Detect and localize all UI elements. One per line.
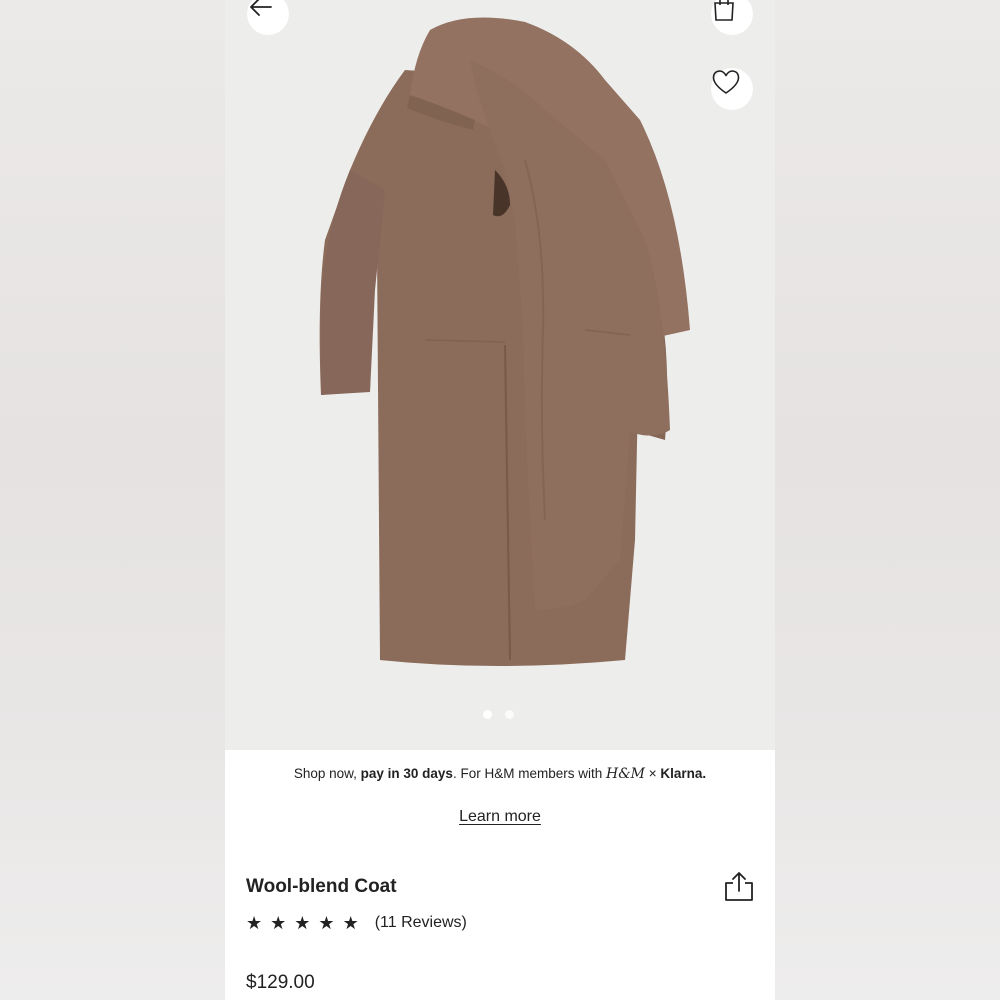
share-button[interactable] bbox=[722, 870, 756, 904]
promo-times: × bbox=[645, 766, 661, 781]
carousel-indicator bbox=[483, 710, 514, 719]
heart-icon bbox=[712, 70, 740, 94]
star-icon: ★ bbox=[270, 913, 287, 933]
background-blur-left bbox=[0, 0, 225, 1000]
star-icon: ★ bbox=[342, 913, 359, 933]
product-page: Shop now, pay in 30 days. For H&M member… bbox=[225, 0, 775, 1000]
klarna-promo-text: Shop now, pay in 30 days. For H&M member… bbox=[225, 766, 775, 782]
wishlist-button[interactable] bbox=[711, 68, 753, 110]
share-icon bbox=[725, 872, 753, 901]
star-icon: ★ bbox=[294, 913, 311, 933]
promo-middle: . For H&M members with bbox=[452, 766, 606, 781]
klarna-logo: Klarna. bbox=[660, 766, 707, 781]
product-rating[interactable]: ★ ★ ★ ★ ★ (11 Reviews) bbox=[246, 912, 467, 934]
shopping-bag-icon bbox=[714, 0, 734, 21]
promo-prefix: Shop now, bbox=[293, 766, 361, 781]
background-blur-right bbox=[775, 0, 1000, 1000]
product-price: $129.00 bbox=[246, 972, 315, 993]
star-icon: ★ bbox=[246, 913, 263, 933]
learn-more-link[interactable]: Learn more bbox=[225, 808, 775, 826]
hm-logo: H&M bbox=[605, 766, 645, 782]
coat-image bbox=[319, 17, 690, 666]
carousel-dot[interactable] bbox=[505, 710, 514, 719]
arrow-left-icon bbox=[250, 0, 272, 16]
promo-bold: pay in 30 days bbox=[360, 766, 453, 781]
rating-stars: ★ ★ ★ ★ ★ bbox=[246, 912, 359, 934]
product-image-carousel[interactable] bbox=[225, 0, 775, 750]
star-icon: ★ bbox=[318, 913, 335, 933]
carousel-dot-active[interactable] bbox=[483, 710, 492, 719]
product-title: Wool-blend Coat bbox=[246, 876, 397, 897]
reviews-count[interactable]: (11 Reviews) bbox=[375, 914, 467, 932]
